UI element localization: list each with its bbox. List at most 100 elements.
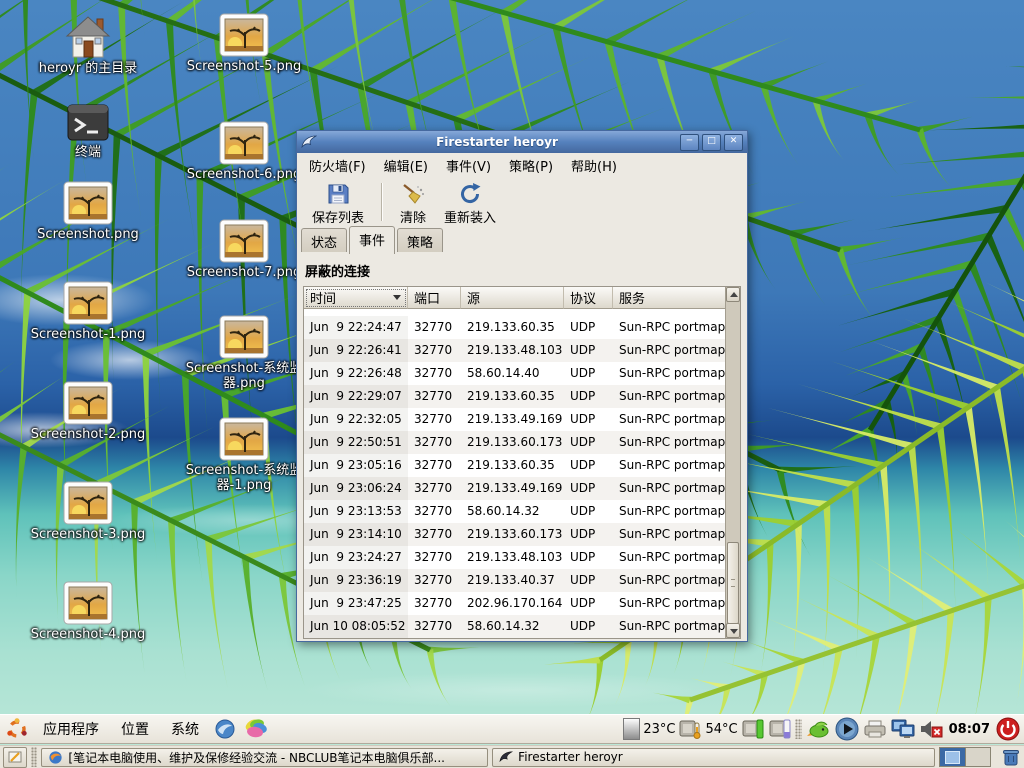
column-header-port[interactable]: 端口	[408, 287, 461, 309]
task-label: [笔记本电脑使用、维护及保修经验交流 - NBCLUB笔记本电脑俱乐部...	[68, 749, 445, 766]
desktop-icon-screenshot-6-png[interactable]: Screenshot-6.png	[183, 120, 305, 183]
table-row[interactable]: Jun 9 23:13:533277058.60.14.32UDPSun-RPC…	[304, 500, 725, 523]
power-logout-icon[interactable]	[996, 717, 1020, 741]
places-menu[interactable]: 位置	[112, 716, 158, 742]
chip-battery-low-icon[interactable]	[768, 718, 792, 740]
clear-button[interactable]: 清除	[391, 179, 435, 229]
table-row[interactable]: Jun 9 23:24:2732770219.133.48.103UDPSun-…	[304, 546, 725, 569]
tab-policy[interactable]: 策略	[397, 228, 443, 254]
menu-policy[interactable]: 策略(P)	[503, 153, 565, 178]
tab-status[interactable]: 状态	[301, 228, 347, 254]
cell-protocol: UDP	[564, 477, 613, 500]
fish-applet-icon[interactable]	[805, 718, 831, 740]
image-thumbnail-icon	[218, 314, 270, 360]
workspace-1[interactable]	[940, 748, 965, 766]
scroll-down-button[interactable]	[726, 623, 740, 638]
desktop-icon-label: heroyr 的主目录	[39, 62, 137, 77]
desktop-icon-home[interactable]: heroyr 的主目录	[28, 14, 148, 77]
menu-edit[interactable]: 编辑(E)	[378, 153, 440, 178]
printer-tray-icon[interactable]	[863, 719, 887, 739]
firefox-task-icon	[48, 750, 63, 765]
browser-launcher-icon[interactable]	[214, 718, 236, 740]
desktop-icon-label: 终端	[75, 146, 101, 161]
image-thumbnail-icon	[62, 380, 114, 426]
maximize-button[interactable]: □	[702, 134, 721, 151]
desktop-icon-screenshot-png[interactable]: Screenshot.png	[28, 180, 148, 243]
cell-protocol: UDP	[564, 362, 613, 385]
load-graph-applet[interactable]	[623, 718, 640, 740]
reload-button[interactable]: 重新装入	[435, 179, 505, 229]
table-row[interactable]: Jun 10 08:05:523277058.60.14.32UDPSun-RP…	[304, 615, 725, 638]
ubuntu-logo-icon[interactable]	[6, 718, 28, 740]
menu-help[interactable]: 帮助(H)	[565, 153, 629, 178]
table-row[interactable]: Jun 9 22:26:483277058.60.14.40UDPSun-RPC…	[304, 362, 725, 385]
task-button-browser[interactable]: [笔记本电脑使用、维护及保修经验交流 - NBCLUB笔记本电脑俱乐部...	[41, 748, 488, 767]
window-title: Firestarter heroyr	[317, 135, 677, 149]
column-header-time[interactable]: 时间	[304, 287, 408, 309]
desktop-icon-screenshot-1-png[interactable]: Screenshot-1.png	[28, 280, 148, 343]
cell-time: Jun 9 22:32:05	[304, 408, 408, 431]
table-row[interactable]: Jun 9 23:05:1632770219.133.60.35UDPSun-R…	[304, 454, 725, 477]
column-header-service[interactable]: 服务	[613, 287, 740, 309]
table-row[interactable]: Jun 9 22:24:4732770219.133.60.35UDPSun-R…	[304, 316, 725, 339]
desktop-icon-screenshot-4-png[interactable]: Screenshot-4.png	[28, 580, 148, 643]
desktop-icon-screenshot-5-png[interactable]: Screenshot-5.png	[183, 12, 305, 75]
cell-service: Sun-RPC portmap	[613, 592, 725, 615]
tray-drag-handle[interactable]	[795, 719, 802, 739]
desktop-icon-screenshot-xitongjian-png[interactable]: Screenshot-系统监器.png	[183, 314, 305, 392]
menu-firewall[interactable]: 防火墙(F)	[303, 153, 378, 178]
desktop-icon-screenshot-xitongjian-1-png[interactable]: Screenshot-系统监器-1.png	[183, 416, 305, 494]
graphics-launcher-icon[interactable]	[244, 718, 266, 740]
table-row[interactable]: Jun 9 22:26:4132770219.133.48.103UDPSun-…	[304, 339, 725, 362]
column-header-source[interactable]: 源	[461, 287, 564, 309]
table-row[interactable]: Jun 9 23:47:2532770202.96.170.164UDPSun-…	[304, 592, 725, 615]
cell-source: 219.133.60.35	[461, 454, 564, 477]
menubar: 防火墙(F) 编辑(E) 事件(V) 策略(P) 帮助(H)	[297, 153, 747, 177]
window-titlebar[interactable]: Firestarter heroyr ─ □ ✕	[297, 131, 747, 153]
vertical-scrollbar[interactable]	[725, 287, 740, 638]
desktop-icon-screenshot-7-png[interactable]: Screenshot-7.png	[183, 218, 305, 281]
tab-events[interactable]: 事件	[349, 226, 395, 254]
cell-source: 219.133.48.103	[461, 546, 564, 569]
system-menu[interactable]: 系统	[162, 716, 208, 742]
chip-thermometer-icon[interactable]	[678, 718, 702, 740]
table-row[interactable]: Jun 9 22:29:0732770219.133.60.35UDPSun-R…	[304, 385, 725, 408]
workspace-switcher[interactable]	[939, 747, 991, 767]
column-header-protocol[interactable]: 协议	[564, 287, 613, 309]
save-list-button[interactable]: 保存列表	[303, 179, 373, 229]
task-button-firestarter[interactable]: Firestarter heroyr	[492, 748, 935, 767]
desktop-icon-screenshot-3-png[interactable]: Screenshot-3.png	[28, 480, 148, 543]
close-button[interactable]: ✕	[724, 134, 743, 151]
system-tray: 23°C 54°C	[623, 716, 1020, 742]
volume-muted-icon[interactable]	[919, 718, 943, 740]
taskbar-drag-handle[interactable]	[31, 747, 38, 767]
trash-applet-icon[interactable]	[1001, 747, 1021, 767]
cell-protocol: UDP	[564, 385, 613, 408]
desktop-icon-terminal[interactable]: 终端	[28, 102, 148, 161]
workspace-2[interactable]	[965, 748, 990, 766]
minimize-button[interactable]: ─	[680, 134, 699, 151]
network-monitors-icon[interactable]	[890, 717, 916, 741]
firestarter-icon	[301, 134, 317, 150]
table-row[interactable]: Jun 9 23:06:2432770219.133.49.169UDPSun-…	[304, 477, 725, 500]
table-row[interactable]: Jun 9 22:50:5132770219.133.60.173UDPSun-…	[304, 431, 725, 454]
cell-protocol: UDP	[564, 454, 613, 477]
chip-battery-full-icon[interactable]	[741, 718, 765, 740]
scrollbar-thumb[interactable]	[727, 542, 739, 624]
show-desktop-button[interactable]	[3, 747, 27, 768]
clock[interactable]: 08:07	[949, 722, 990, 737]
scroll-up-button[interactable]	[726, 287, 740, 302]
table-header: 时间 端口 源 协议 服务	[304, 287, 740, 309]
desktop-icon-label: Screenshot-2.png	[31, 428, 146, 443]
cell-service: Sun-RPC portmap	[613, 523, 725, 546]
cell-source: 219.133.40.37	[461, 569, 564, 592]
desktop-icon-screenshot-2-png[interactable]: Screenshot-2.png	[28, 380, 148, 443]
media-player-tray-icon[interactable]	[834, 716, 860, 742]
table-row[interactable]: Jun 9 22:32:0532770219.133.49.169UDPSun-…	[304, 408, 725, 431]
table-row[interactable]: Jun 9 23:36:1932770219.133.40.37UDPSun-R…	[304, 569, 725, 592]
image-thumbnail-icon	[62, 580, 114, 626]
table-row[interactable]: Jun 9 23:14:1032770219.133.60.173UDPSun-…	[304, 523, 725, 546]
menu-events[interactable]: 事件(V)	[440, 153, 503, 178]
image-thumbnail-icon	[218, 120, 270, 166]
applications-menu[interactable]: 应用程序	[34, 716, 108, 742]
